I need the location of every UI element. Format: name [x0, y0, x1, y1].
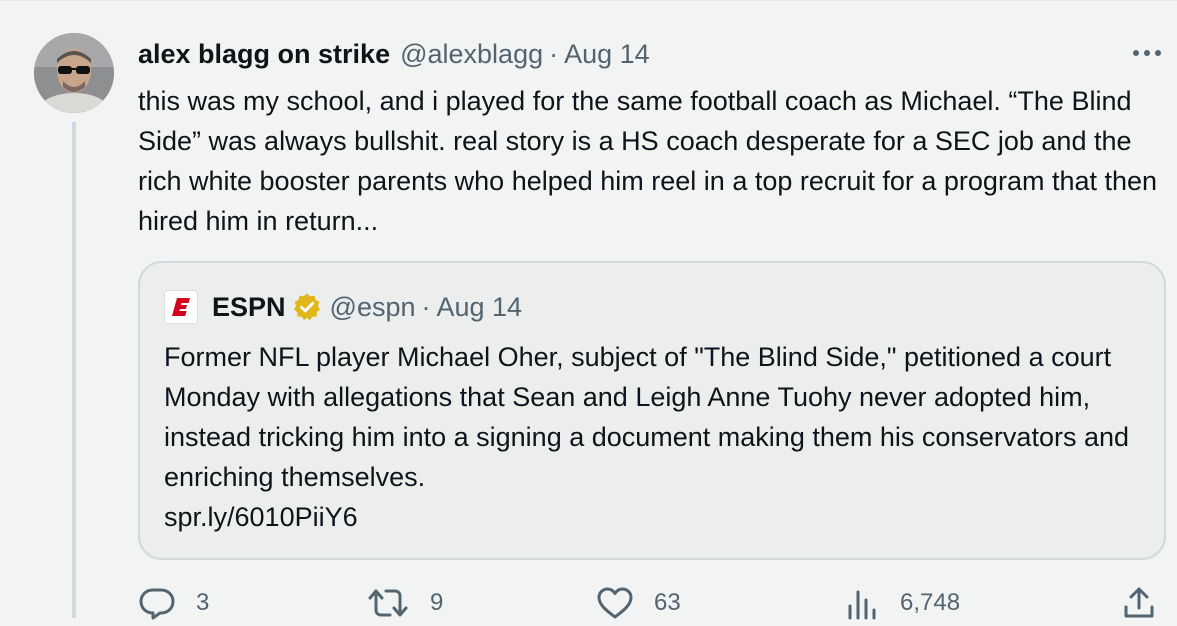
reply-icon — [139, 588, 175, 620]
quoted-tweet-date[interactable]: Aug 14 — [437, 292, 523, 323]
quoted-tweet-link[interactable]: spr.ly/6010PiiY6 — [164, 497, 358, 537]
more-dots-icon — [1133, 50, 1161, 56]
tweet-header: alex blagg on strike @alexblagg · Aug 14 — [138, 37, 650, 71]
espn-logo-icon — [164, 290, 198, 324]
quoted-tweet[interactable]: ESPN @espn · Aug 14 Former NFL player Mi… — [138, 261, 1166, 560]
quoted-separator-dot: · — [421, 291, 431, 322]
tweet-card[interactable]: alex blagg on strike @alexblagg · Aug 14… — [0, 0, 1177, 620]
retweet-button[interactable]: 9 — [366, 586, 443, 620]
reply-button[interactable]: 3 — [138, 586, 209, 620]
avatar[interactable] — [34, 33, 114, 113]
tweet-actions-bar: 3 9 63 6,748 — [138, 586, 1168, 626]
reply-count: 3 — [196, 589, 210, 616]
quoted-author-name[interactable]: ESPN — [212, 292, 286, 323]
like-button[interactable]: 63 — [596, 586, 681, 620]
avatar-photo — [34, 33, 114, 113]
separator-dot: · — [549, 38, 559, 69]
retweet-count: 9 — [430, 589, 444, 616]
quoted-author-handle[interactable]: @espn — [330, 292, 416, 323]
like-count: 63 — [654, 589, 681, 616]
quoted-tweet-header: ESPN @espn · Aug 14 — [164, 289, 522, 325]
more-options-button[interactable] — [1129, 39, 1165, 67]
retweet-icon — [368, 589, 408, 617]
tweet-text: this was my school, and i played for the… — [138, 86, 1158, 236]
thread-line — [72, 122, 76, 618]
verified-badge-icon — [292, 292, 322, 322]
share-button[interactable] — [1122, 586, 1156, 620]
views-bar-chart-icon — [848, 590, 876, 620]
share-icon — [1124, 587, 1154, 618]
author-name[interactable]: alex blagg on strike — [138, 39, 390, 70]
quoted-tweet-text: Former NFL player Michael Oher, subject … — [164, 342, 1129, 492]
views-button[interactable]: 6,748 — [844, 586, 960, 620]
author-handle[interactable]: @alexblagg — [400, 39, 543, 70]
views-count: 6,748 — [900, 589, 961, 616]
heart-icon — [597, 587, 633, 619]
tweet-date[interactable]: Aug 14 — [564, 39, 650, 70]
